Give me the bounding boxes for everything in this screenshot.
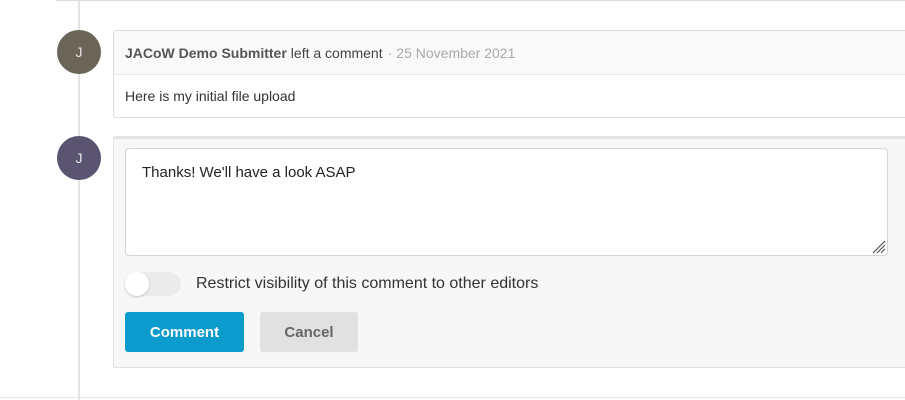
comment-date: 25 November 2021	[396, 44, 516, 61]
resize-handle-icon[interactable]	[870, 238, 886, 254]
comment-card: JACoW Demo Submitter left a comment · 25…	[113, 30, 905, 118]
comment-action: left a comment	[290, 44, 383, 61]
comment-author: JACoW Demo Submitter	[125, 44, 287, 61]
cancel-button[interactable]: Cancel	[260, 312, 358, 352]
restrict-visibility-row: Restrict visibility of this comment to o…	[125, 272, 538, 296]
separator-dot: ·	[387, 44, 393, 61]
restrict-visibility-label: Restrict visibility of this comment to o…	[196, 275, 539, 292]
toggle-knob	[125, 272, 149, 296]
reply-form: Thanks! We'll have a look ASAP Restrict …	[113, 136, 905, 368]
comment-body: Here is my initial file upload	[125, 88, 296, 104]
comment-submit-button[interactable]: Comment	[125, 312, 244, 352]
avatar: J	[57, 30, 101, 74]
previous-item-box	[56, 0, 905, 1]
current-user-avatar: J	[57, 136, 101, 180]
comment-header: JACoW Demo Submitter left a comment · 25…	[114, 31, 905, 75]
bottom-divider	[0, 397, 905, 398]
comment-textarea-value: Thanks! We'll have a look ASAP	[142, 164, 356, 181]
restrict-visibility-toggle[interactable]	[125, 272, 181, 296]
comment-textarea[interactable]: Thanks! We'll have a look ASAP	[125, 148, 888, 256]
